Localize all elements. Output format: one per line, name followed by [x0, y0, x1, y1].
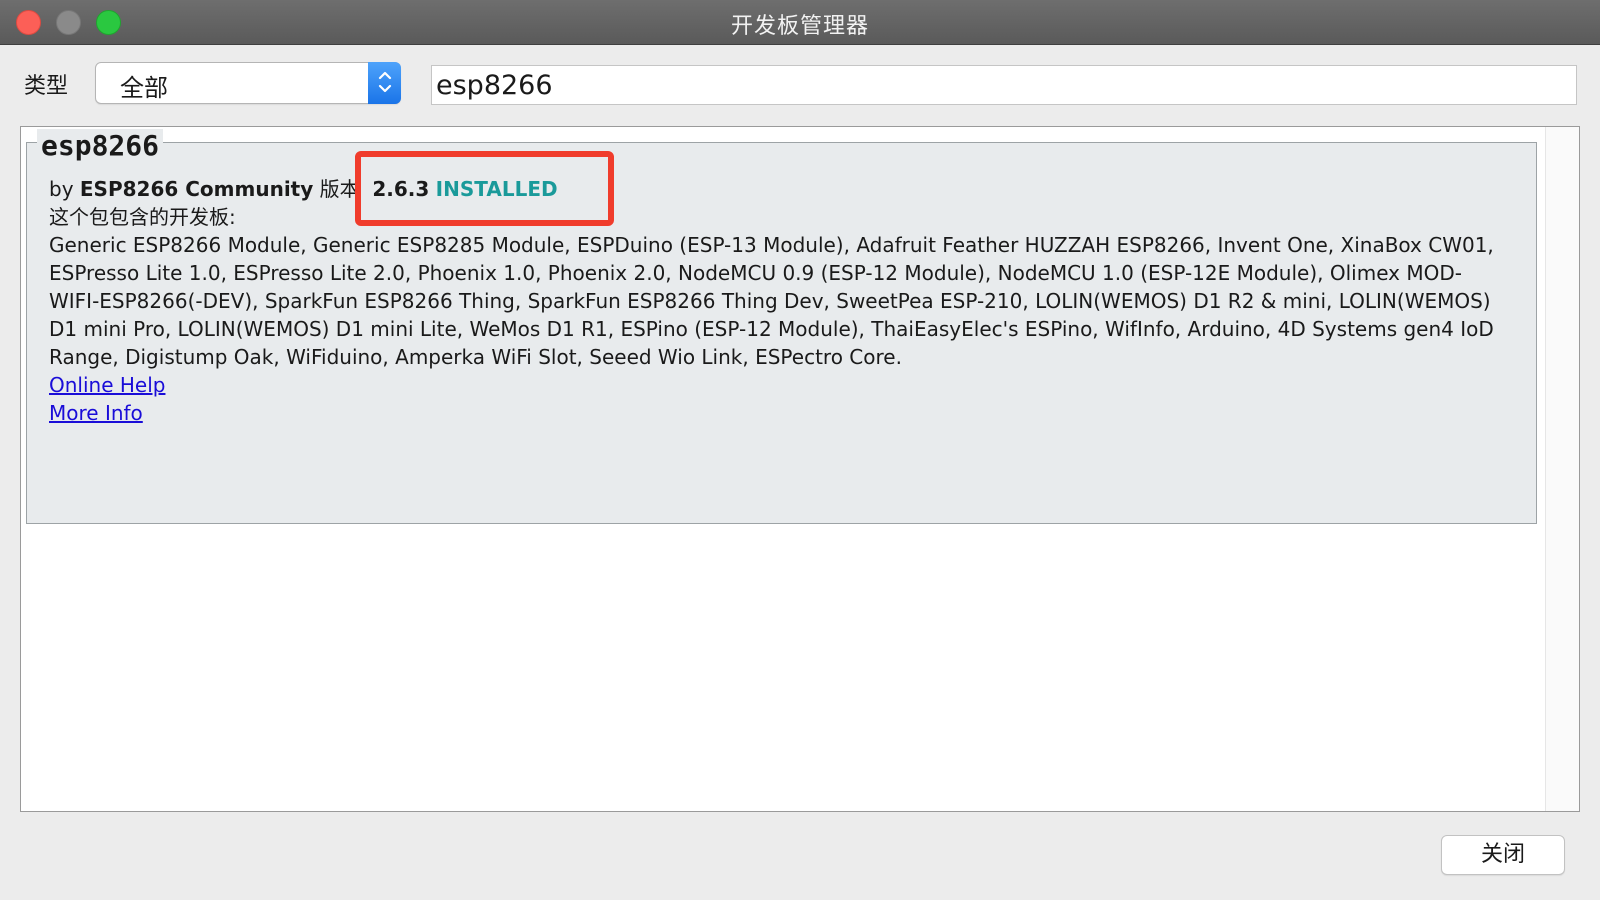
package-name: esp8266	[37, 129, 164, 162]
type-select[interactable]: 全部	[95, 62, 401, 104]
package-author: ESP8266 Community	[79, 177, 314, 201]
online-help-link[interactable]: Online Help	[49, 371, 1509, 399]
type-label: 类型	[24, 74, 69, 99]
title-bar[interactable]: 开发板管理器	[0, 0, 1600, 45]
boards-heading: 这个包包含的开发板:	[49, 205, 236, 229]
window-title: 开发板管理器	[730, 14, 869, 39]
more-info-link[interactable]: More Info	[49, 399, 1509, 427]
version-label: 版本	[313, 177, 360, 201]
by-prefix: by	[49, 177, 80, 201]
close-button[interactable]: 关闭	[1441, 835, 1565, 875]
package-version: 2.6.3	[372, 177, 430, 201]
type-select-value: 全部	[120, 74, 168, 102]
scrollbar[interactable]	[1545, 127, 1579, 811]
boards-list: Generic ESP8266 Module, Generic ESP8285 …	[49, 233, 1494, 369]
board-manager-window: 开发板管理器 类型 全部 esp8266 by ESP8266 Communit…	[0, 0, 1600, 900]
select-chevron-icon[interactable]	[368, 62, 401, 104]
installed-status: INSTALLED	[435, 177, 558, 201]
package-list: esp8266 by ESP8266 Community 版本 2.6.3 IN…	[20, 126, 1580, 812]
package-details: by ESP8266 Community 版本 2.6.3 INSTALLED …	[49, 175, 1509, 427]
author-line: by ESP8266 Community 版本 2.6.3 INSTALLED	[49, 175, 1509, 203]
search-input[interactable]	[431, 65, 1577, 105]
package-card[interactable]: esp8266 by ESP8266 Community 版本 2.6.3 IN…	[26, 129, 1537, 524]
up-down-chevron-icon	[378, 71, 391, 93]
